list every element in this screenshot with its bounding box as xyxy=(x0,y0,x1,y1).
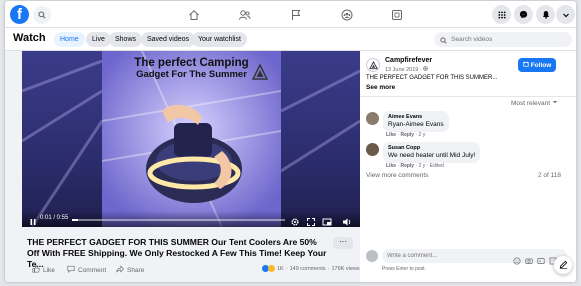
share-label: Share xyxy=(127,266,145,274)
groups-icon[interactable] xyxy=(337,5,357,25)
comment-sort-label: Most relevant xyxy=(511,99,551,107)
messenger-icon[interactable] xyxy=(514,5,533,24)
menu-grid-icon[interactable] xyxy=(492,5,511,24)
video-progress-fill xyxy=(72,219,79,221)
browser-frame: f Watch Home Live Shows Saved videos You… xyxy=(5,1,576,282)
gif-icon[interactable] xyxy=(537,252,545,264)
video-time: 0:01 / 0:55 xyxy=(40,215,69,221)
follow-icon xyxy=(523,61,529,69)
search-icon xyxy=(440,31,447,49)
comment-text: Ryan-Aimee Evans xyxy=(388,121,444,128)
video-overlay-text-1: The perfect Camping xyxy=(134,57,249,69)
comment-button[interactable]: Comment xyxy=(67,265,106,275)
like-button[interactable]: Like xyxy=(32,265,55,275)
comments-count-indicator: 2 of 118 xyxy=(538,172,562,179)
comment-meta[interactable]: 2 y xyxy=(419,132,426,138)
like-icon xyxy=(32,265,40,275)
page-avatar[interactable] xyxy=(366,58,380,72)
picture-in-picture-icon[interactable] xyxy=(322,214,332,226)
video-side-panel: Campfirefever 13 June 2019 · THE PERFECT… xyxy=(360,51,576,282)
page-title: Watch xyxy=(13,32,46,44)
post-stats: 1K · 149 comments · 176K views xyxy=(262,265,360,272)
video-progress-bar[interactable] xyxy=(72,219,285,221)
comment-reply-link[interactable]: Reply xyxy=(400,132,414,138)
comment-author[interactable]: Aimee Evans xyxy=(388,114,444,121)
settings-gear-icon[interactable] xyxy=(290,214,300,226)
comment-like-link[interactable]: Like xyxy=(386,132,396,138)
share-icon xyxy=(116,265,125,275)
tab-live[interactable]: Live xyxy=(86,32,111,47)
comment-bubble: Aimee Evans Ryan-Aimee Evans xyxy=(383,111,449,132)
comment-meta[interactable]: 2 y · Edited xyxy=(419,163,444,169)
comment-author[interactable]: Susan Copp xyxy=(388,145,475,152)
account-icon[interactable] xyxy=(556,5,575,24)
follow-label: Follow xyxy=(530,61,552,69)
chevron-down-icon xyxy=(552,99,558,107)
search-videos-box[interactable] xyxy=(434,32,572,47)
video-overlay-text-2: Gadget For The Summer xyxy=(136,69,247,80)
fullscreen-icon[interactable] xyxy=(306,214,316,226)
tab-home[interactable]: Home xyxy=(54,32,85,47)
comment-actions: Like · Reply · 2 y xyxy=(386,132,426,138)
video-controls: 0:01 / 0:55 xyxy=(22,211,360,227)
see-more-link[interactable]: See more xyxy=(366,84,395,91)
comment-reply-link[interactable]: Reply xyxy=(400,163,414,169)
comment-composer[interactable] xyxy=(382,249,567,265)
video-player[interactable]: The perfect Camping Gadget For The Summe… xyxy=(22,51,360,227)
wow-reaction-icon xyxy=(268,265,275,272)
page-name[interactable]: Campfirefever xyxy=(385,57,432,64)
share-button[interactable]: Share xyxy=(116,265,144,275)
video-blur-right xyxy=(280,51,360,227)
new-message-button[interactable] xyxy=(554,256,572,274)
search-icon[interactable] xyxy=(33,6,51,24)
gaming-icon[interactable] xyxy=(387,5,407,25)
reaction-count[interactable]: 1K xyxy=(277,266,284,272)
avatar[interactable] xyxy=(366,112,379,125)
tab-your-watchlist[interactable]: Your watchlist xyxy=(192,32,247,47)
like-label: Like xyxy=(43,266,55,274)
top-nav: f xyxy=(5,1,576,28)
notifications-icon[interactable] xyxy=(536,5,555,24)
post-description: THE PERFECT GADGET FOR THIS SUMMER... xyxy=(366,75,498,81)
comment-label: Comment xyxy=(78,266,107,274)
view-more-comments-link[interactable]: View more comments xyxy=(366,172,428,179)
stats-separator: · xyxy=(327,265,330,272)
facebook-logo[interactable]: f xyxy=(10,5,29,24)
home-icon[interactable] xyxy=(184,5,204,25)
friends-icon[interactable] xyxy=(234,5,254,25)
video-blur-left xyxy=(22,51,104,227)
comment-like-link[interactable]: Like xyxy=(386,163,396,169)
follow-button[interactable]: Follow xyxy=(518,58,556,72)
search-videos-input[interactable] xyxy=(451,36,561,43)
press-enter-hint: Press Enter to post. xyxy=(382,266,426,272)
post-date[interactable]: 13 June 2019 · xyxy=(385,66,429,73)
comment-input[interactable] xyxy=(387,251,477,261)
avatar[interactable] xyxy=(366,143,379,156)
views-count: 176K views xyxy=(331,265,360,272)
panel-divider xyxy=(360,96,576,97)
compose-icon xyxy=(559,256,568,274)
flag-icon[interactable] xyxy=(286,5,306,25)
tab-shows[interactable]: Shows xyxy=(109,32,143,47)
more-options-button[interactable]: ··· xyxy=(333,237,353,249)
comment-icon xyxy=(67,265,75,275)
emoji-icon[interactable] xyxy=(513,252,521,265)
comments-count[interactable]: 149 comments xyxy=(290,266,326,272)
comment-sort-dropdown[interactable]: Most relevant xyxy=(511,99,558,107)
comment-actions: Like · Reply · 2 y · Edited xyxy=(386,163,444,169)
volume-icon[interactable] xyxy=(342,214,352,226)
globe-icon xyxy=(423,66,429,73)
tab-saved-videos[interactable]: Saved videos xyxy=(141,32,196,47)
comment-bubble: Susan Copp We need heater until Mid July… xyxy=(383,142,481,163)
stats-separator: · xyxy=(285,265,288,272)
post-date-text: 13 June 2019 · xyxy=(385,67,424,73)
comment-text: We need heater until Mid July! xyxy=(388,152,476,159)
video-frame: The perfect Camping Gadget For The Summe… xyxy=(102,51,281,227)
pause-icon[interactable] xyxy=(28,214,38,225)
watch-header: Watch Home Live Shows Saved videos Your … xyxy=(5,28,576,51)
avatar xyxy=(366,250,378,262)
camera-icon[interactable] xyxy=(525,252,533,264)
